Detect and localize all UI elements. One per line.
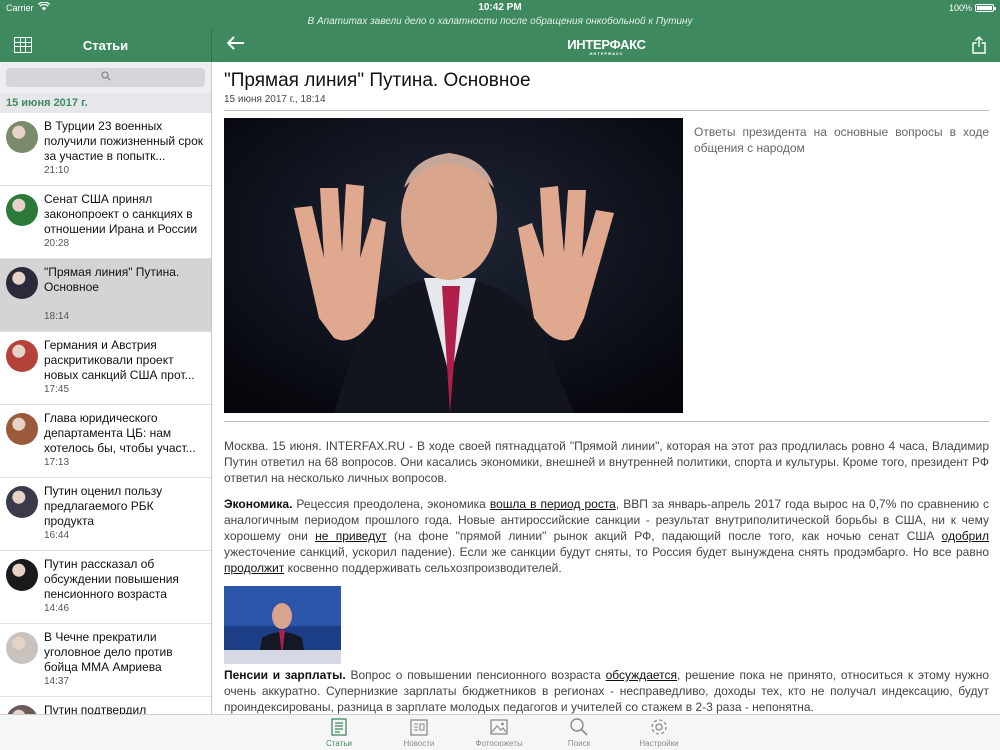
logo-text: ИНТЕРФАКС: [567, 37, 646, 52]
tab-articles[interactable]: Статьи: [309, 717, 369, 748]
article-link[interactable]: вошла в период роста: [490, 497, 616, 511]
list-item-time: 17:13: [44, 457, 70, 468]
list-item-title: Путин подтвердил: [44, 703, 147, 714]
article-thumbnail: [6, 340, 38, 372]
text: (на фоне "прямой линии" рынок акций РФ, …: [386, 529, 942, 543]
share-icon[interactable]: [972, 36, 986, 54]
article-link[interactable]: одобрил: [942, 529, 989, 543]
status-time: 10:42 PM: [478, 2, 522, 13]
list-item[interactable]: Глава юридического департамента ЦБ: нам …: [0, 405, 211, 478]
list-item-title: Путин рассказал об обсуждении повышения …: [44, 557, 179, 601]
search-icon: [570, 718, 588, 736]
photo-icon: [490, 719, 508, 735]
divider: [224, 110, 989, 111]
article-thumbnail: [6, 121, 38, 153]
list-item[interactable]: Путин рассказал об обсуждении повышения …: [0, 551, 211, 624]
news-icon: [410, 719, 428, 736]
text: ужесточение санкций, ускорил падение). Е…: [224, 545, 989, 559]
text: косвенно поддерживать сельхозпроизводите…: [284, 561, 562, 575]
article-thumbnail: [6, 194, 38, 226]
list-item-title: В Турции 23 военных получили пожизненный…: [44, 119, 203, 163]
article-thumbnail: [6, 705, 38, 714]
top-bar: Carrier 10:42 PM 100% В Апатитах завели …: [0, 0, 1000, 62]
section-heading: Экономика.: [224, 497, 293, 511]
list-item[interactable]: Путин оценил пользу предлагаемого РБК пр…: [0, 478, 211, 551]
gear-icon: [651, 719, 667, 735]
sidebar-title: Статьи: [82, 38, 129, 53]
list-item-time: 14:37: [44, 676, 70, 687]
tab-label: Поиск: [567, 739, 591, 748]
tab-label: Фотосюжеты: [475, 739, 523, 748]
list-item-title: В Чечне прекратили уголовное дело против…: [44, 630, 173, 674]
article-link[interactable]: продолжит: [224, 561, 284, 575]
tab-label: Настройки: [639, 739, 679, 748]
inline-photo[interactable]: [224, 586, 341, 664]
article-thumbnail: [6, 559, 38, 591]
battery-icon: [975, 4, 996, 12]
articles-icon: [331, 718, 347, 736]
news-ticker[interactable]: В Апатитах завели дело о халатности посл…: [0, 16, 1000, 27]
image-caption: Ответы президента на основные вопросы в …: [694, 125, 989, 155]
article-body: Москва. 15 июня. INTERFAX.RU - В ходе св…: [224, 438, 989, 714]
battery-percent: 100%: [948, 3, 972, 13]
paragraph-intro: Москва. 15 июня. INTERFAX.RU - В ходе св…: [224, 439, 989, 485]
list-item[interactable]: "Прямая линия" Путина. Основное 18:14: [0, 259, 211, 332]
tab-label: Новости: [403, 739, 435, 748]
article-list: В Турции 23 военных получили пожизненный…: [0, 113, 211, 714]
article-thumbnail: [6, 632, 38, 664]
list-item-title: Глава юридического департамента ЦБ: нам …: [44, 411, 196, 455]
tab-settings[interactable]: Настройки: [629, 717, 689, 748]
date-section-header: 15 июня 2017 г.: [0, 93, 211, 113]
article-hero-image[interactable]: [224, 118, 683, 413]
tab-label: Статьи: [326, 739, 352, 748]
list-item-title: Сенат США принял законопроект о санкциях…: [44, 192, 198, 236]
logo-subtext: ИНТЕРФАКС: [589, 51, 624, 56]
list-item-time: 21:10: [44, 165, 70, 176]
section-heading: Пенсии и зарплаты.: [224, 668, 346, 682]
divider: [224, 421, 989, 422]
article-thumbnail: [6, 267, 38, 299]
article-thumbnail: [6, 413, 38, 445]
sidebar-header: Статьи: [0, 28, 212, 62]
tab-news[interactable]: Новости: [389, 717, 449, 748]
article-list-sidebar: 15 июня 2017 г. В Турции 23 военных полу…: [0, 62, 212, 714]
list-item[interactable]: Путин подтвердил: [0, 697, 211, 714]
article-date: 15 июня 2017 г., 18:14: [224, 94, 326, 105]
article-title: "Прямая линия" Путина. Основное: [224, 70, 531, 91]
list-item-time: 16:44: [44, 530, 70, 541]
list-item-time: 17:45: [44, 384, 70, 395]
search-input[interactable]: [6, 68, 205, 87]
tab-bar: Статьи Новости Фотосюжеты Поиск Настройк…: [0, 714, 1000, 750]
list-item-title: Путин оценил пользу предлагаемого РБК пр…: [44, 484, 163, 528]
list-item[interactable]: В Чечне прекратили уголовное дело против…: [0, 624, 211, 697]
list-item-time: 20:28: [44, 238, 70, 249]
interfax-logo: ИНТЕРФАКС ИНТЕРФАКС: [213, 37, 1000, 56]
text: Рецессия преодолена, экономика: [292, 497, 490, 511]
list-item-time: 14:46: [44, 603, 70, 614]
article-thumbnail: [6, 486, 38, 518]
search-icon: [100, 71, 110, 81]
search-area: [0, 62, 211, 93]
paragraph-economy: Экономика. Рецессия преодолена, экономик…: [224, 496, 989, 576]
tab-photos[interactable]: Фотосюжеты: [469, 717, 529, 748]
list-item[interactable]: Германия и Австрия раскритиковали проект…: [0, 332, 211, 405]
list-item[interactable]: Сенат США принял законопроект о санкциях…: [0, 186, 211, 259]
paragraph-pensions: Пенсии и зарплаты. Вопрос о повышении пе…: [224, 667, 989, 714]
article-link[interactable]: не приведут: [315, 529, 387, 543]
article-view: "Прямая линия" Путина. Основное 15 июня …: [213, 62, 1000, 714]
list-item-time: 18:14: [44, 311, 70, 322]
article-header: ИНТЕРФАКС ИНТЕРФАКС: [213, 28, 1000, 62]
tab-search[interactable]: Поиск: [549, 717, 609, 748]
list-item-title: Германия и Австрия раскритиковали проект…: [44, 338, 195, 382]
text: Вопрос о повышении пенсионного возраста: [345, 668, 606, 682]
status-bar: Carrier 10:42 PM 100%: [0, 0, 1000, 16]
article-link[interactable]: обсуждается: [606, 668, 677, 682]
list-item-title: "Прямая линия" Путина. Основное: [44, 265, 180, 294]
list-item[interactable]: В Турции 23 военных получили пожизненный…: [0, 113, 211, 186]
